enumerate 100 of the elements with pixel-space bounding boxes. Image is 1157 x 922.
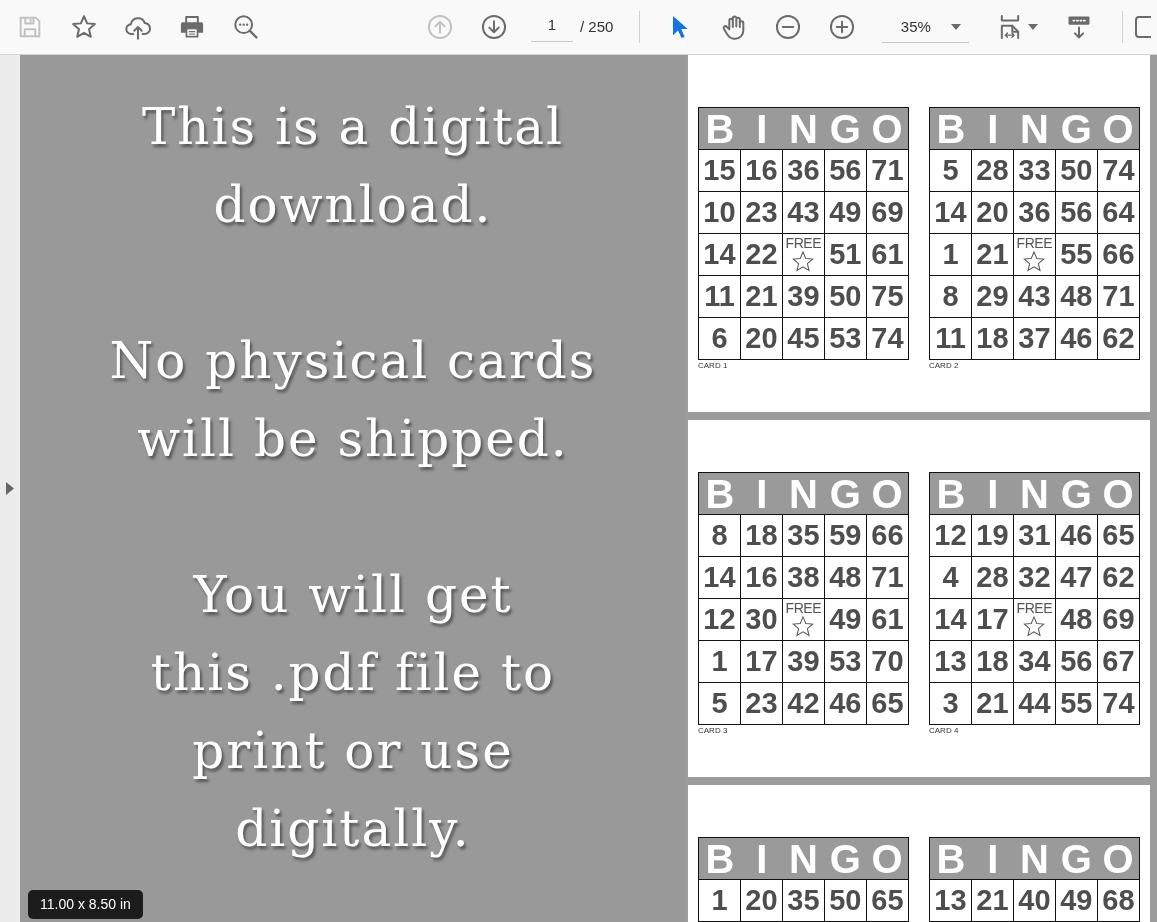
bingo-cell: 71 xyxy=(866,149,909,192)
header-letter: O xyxy=(1101,838,1135,879)
bingo-cell: 67 xyxy=(1097,640,1140,683)
bingo-cell: 40 xyxy=(1013,879,1056,922)
bingo-cell: 71 xyxy=(866,556,909,599)
bingo-cell: 8 xyxy=(698,514,741,557)
bingo-cell: 48 xyxy=(1055,275,1098,318)
bingo-cell: 53 xyxy=(824,317,867,360)
bingo-cell: 49 xyxy=(824,598,867,641)
header-letter: O xyxy=(870,108,904,149)
header-letter: G xyxy=(828,108,862,149)
page-size-tooltip: 11.00 x 8.50 in xyxy=(28,890,143,919)
bingo-cell: 74 xyxy=(866,317,909,360)
bingo-cell: 74 xyxy=(1097,149,1140,192)
bingo-cell: 47 xyxy=(1055,556,1098,599)
bingo-cell: 50 xyxy=(824,275,867,318)
bingo-cell: 16 xyxy=(740,556,783,599)
star-icon[interactable] xyxy=(70,13,98,41)
caret-icon[interactable] xyxy=(1028,24,1039,30)
header-letter: N xyxy=(1019,473,1050,514)
arrow-down-circle-icon[interactable] xyxy=(480,13,508,41)
bingo-cell: 56 xyxy=(1055,191,1098,234)
header-letter: N xyxy=(1019,838,1050,879)
bingo-cell: 37 xyxy=(1013,317,1056,360)
bingo-cell: 8 xyxy=(929,275,972,318)
star-icon xyxy=(1023,251,1046,272)
page-field[interactable]: 1 xyxy=(531,11,573,43)
star-icon xyxy=(792,251,815,272)
bingo-cell: 18 xyxy=(971,640,1014,683)
bingo-cell: 32 xyxy=(1013,556,1056,599)
page-count: / 250 xyxy=(580,16,614,37)
bingo-cell: 6 xyxy=(698,317,741,360)
bingo-cell: 65 xyxy=(866,879,909,922)
bingo-cell: 36 xyxy=(782,149,825,192)
bingo-cell: 38 xyxy=(782,556,825,599)
header-letter: B xyxy=(704,473,736,514)
triangle-icon[interactable] xyxy=(6,482,14,495)
bingo-cell: 39 xyxy=(782,640,825,683)
bingo-cell: 56 xyxy=(1055,640,1098,683)
bingo-cell: 43 xyxy=(1013,275,1056,318)
bingo-cell: 15 xyxy=(698,149,741,192)
bingo-cell: 16 xyxy=(740,149,783,192)
free-label: FREE xyxy=(784,602,823,615)
printer-icon[interactable] xyxy=(178,13,206,41)
bingo-cell: 20 xyxy=(740,879,783,922)
bingo-cell: 75 xyxy=(866,275,909,318)
header-letter: I xyxy=(755,108,769,149)
bingo-cell: 61 xyxy=(866,598,909,641)
bingo-cell: 28 xyxy=(971,149,1014,192)
bingo-cell: 34 xyxy=(1013,640,1056,683)
header-letter: G xyxy=(828,473,862,514)
header-letter: O xyxy=(870,838,904,879)
bingo-cell: 59 xyxy=(824,514,867,557)
bingo-cell: 17 xyxy=(971,598,1014,641)
header-letter: N xyxy=(788,108,819,149)
bingo-cell: 65 xyxy=(1097,514,1140,557)
caret-icon[interactable] xyxy=(951,24,962,30)
panel-icon[interactable] xyxy=(1134,13,1152,41)
bingo-cell: 64 xyxy=(1097,191,1140,234)
bingo-cell: 55 xyxy=(1055,233,1098,276)
bingo-cell: 1 xyxy=(698,879,741,922)
star-icon xyxy=(1023,616,1046,637)
bingo-cell: 28 xyxy=(971,556,1014,599)
cover-paragraph: No physical cards will be shipped. xyxy=(108,331,598,470)
search-icon[interactable] xyxy=(232,13,260,41)
bingo-cell: 68 xyxy=(1097,879,1140,922)
bingo-cell: 48 xyxy=(1055,598,1098,641)
bingo-cell: 45 xyxy=(782,317,825,360)
bingo-cell: 1 xyxy=(698,640,741,683)
bingo-cell: 48 xyxy=(824,556,867,599)
bingo-cell: 14 xyxy=(698,556,741,599)
bingo-cell: 11 xyxy=(929,317,972,360)
bingo-cell: 18 xyxy=(740,514,783,557)
bingo-cell: 3 xyxy=(929,682,972,725)
header-letter: B xyxy=(935,473,967,514)
bingo-cell: 19 xyxy=(971,514,1014,557)
bingo-cell: 46 xyxy=(824,682,867,725)
header-letter: B xyxy=(704,838,736,879)
header-letter: G xyxy=(828,838,862,879)
bingo-cell: 65 xyxy=(866,682,909,725)
bingo-cell: 21 xyxy=(740,275,783,318)
cover-paragraph: You will get this .pdf file to print or use digitally. xyxy=(149,565,557,860)
bingo-cell: 30 xyxy=(740,598,783,641)
bingo-cell: 21 xyxy=(971,233,1014,276)
bingo-cell: 12 xyxy=(929,514,972,557)
header-letter: N xyxy=(788,473,819,514)
bingo-cell: 35 xyxy=(782,879,825,922)
card-label: CARD 4 xyxy=(929,726,960,735)
bingo-cell: 14 xyxy=(698,233,741,276)
plus-circle-icon[interactable] xyxy=(828,13,857,41)
header-letter: G xyxy=(1059,473,1093,514)
header-letter: B xyxy=(935,108,967,149)
bingo-cell: 70 xyxy=(866,640,909,683)
bingo-cell: 5 xyxy=(929,149,972,192)
minus-circle-icon[interactable] xyxy=(774,13,803,41)
header-letter: I xyxy=(986,473,1000,514)
header-letter: I xyxy=(755,838,769,879)
bingo-cell: 49 xyxy=(1055,879,1098,922)
bingo-cell: 13 xyxy=(929,640,972,683)
bingo-cell: 1 xyxy=(929,233,972,276)
